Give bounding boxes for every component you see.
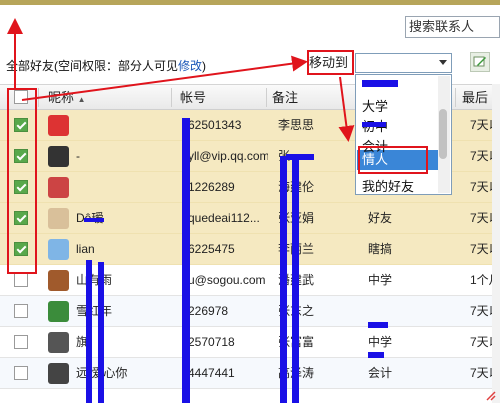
redaction-bar (292, 158, 299, 403)
redaction-bar (182, 118, 190, 403)
annotation-arrows (7, 18, 355, 142)
redaction-bar (368, 322, 388, 328)
resize-grip-icon[interactable] (484, 389, 496, 401)
redaction-bar (280, 156, 287, 403)
redaction-bar (368, 352, 384, 358)
redaction-bar (98, 262, 104, 403)
redaction-bar (86, 260, 92, 403)
redaction-bar (286, 154, 314, 160)
redaction-bar (84, 218, 104, 222)
